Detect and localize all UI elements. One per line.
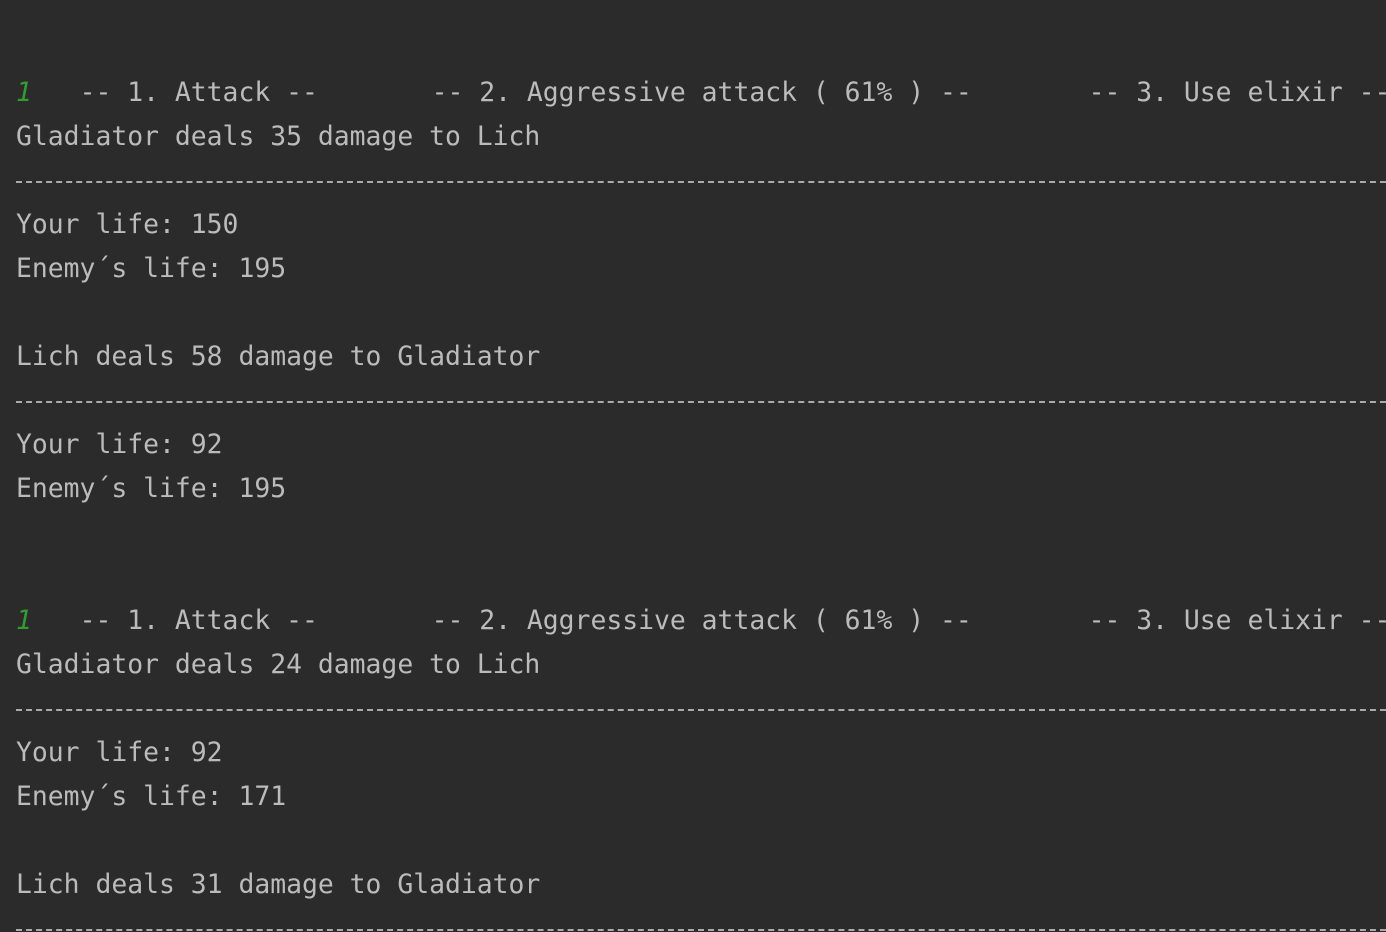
enemy-action-message: Lich deals 31 damage to Gladiator bbox=[16, 869, 541, 900]
user-input: 1 bbox=[16, 77, 32, 108]
menu-option-attack: -- 1. Attack -- bbox=[79, 77, 318, 108]
enemy-life-status: Enemy´s life: 195 bbox=[16, 473, 287, 504]
menu-option-aggressive-attack: -- 2. Aggressive attack ( 61% ) -- bbox=[431, 77, 972, 108]
separator-line bbox=[16, 687, 1386, 731]
menu-option-attack: -- 1. Attack -- bbox=[79, 605, 318, 636]
menu-option-use-elixir: -- 3. Use elixir -- bbox=[1088, 77, 1386, 108]
your-life-status: Your life: 150 bbox=[16, 209, 239, 240]
separator-line bbox=[16, 159, 1386, 203]
your-life-status: Your life: 92 bbox=[16, 429, 223, 460]
menu-option-aggressive-attack: -- 2. Aggressive attack ( 61% ) -- bbox=[431, 605, 972, 636]
enemy-life-status: Enemy´s life: 195 bbox=[16, 253, 287, 284]
user-input: 1 bbox=[16, 605, 32, 636]
menu-option-use-elixir: -- 3. Use elixir -- bbox=[1088, 605, 1386, 636]
enemy-life-status: Enemy´s life: 171 bbox=[16, 781, 287, 812]
separator-line bbox=[16, 907, 1386, 932]
action-menu: -- 1. Attack -- -- 2. Aggressive attack (… bbox=[16, 27, 1386, 108]
console-output: -- 1. Attack -- -- 2. Aggressive attack (… bbox=[0, 0, 1386, 932]
action-menu: -- 1. Attack -- -- 2. Aggressive attack (… bbox=[16, 555, 1386, 636]
separator-line bbox=[16, 379, 1386, 423]
your-life-status: Your life: 92 bbox=[16, 737, 223, 768]
enemy-action-message: Lich deals 58 damage to Gladiator bbox=[16, 341, 541, 372]
player-action-message: Gladiator deals 24 damage to Lich bbox=[16, 649, 541, 680]
player-action-message: Gladiator deals 35 damage to Lich bbox=[16, 121, 541, 152]
